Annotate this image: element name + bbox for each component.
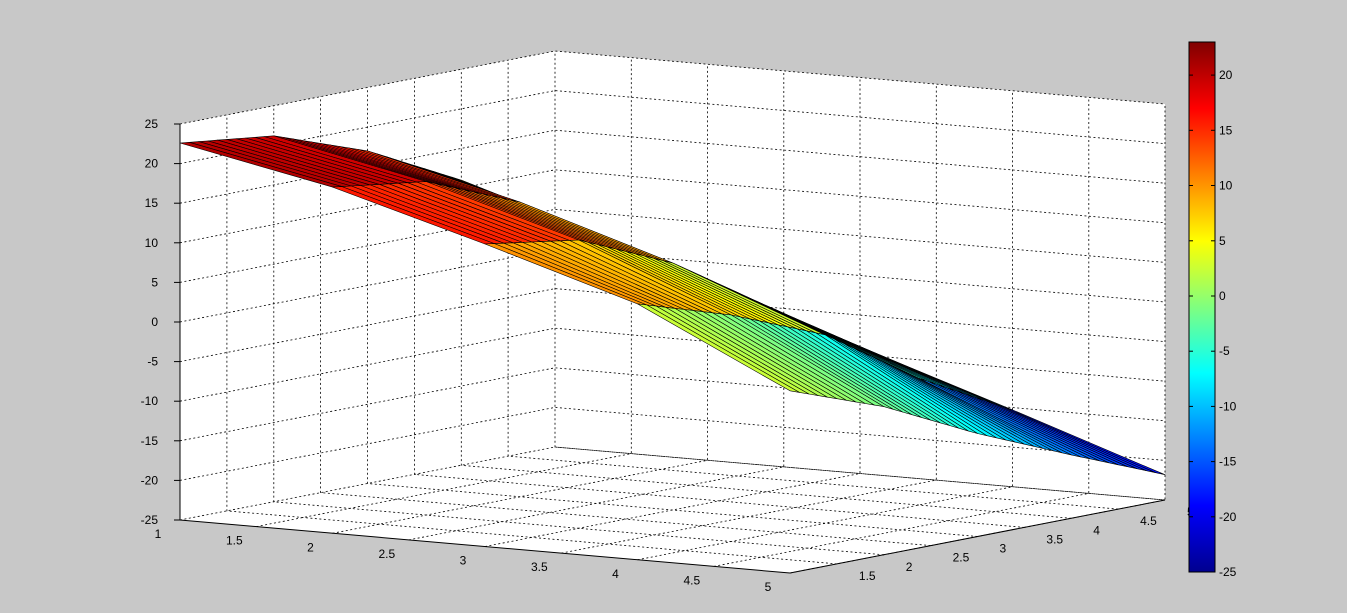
colorbar-tick-label: 5 [1219,234,1226,248]
z-tick-label: -10 [141,394,159,408]
colorbar: -25 -20 -15 -10 -5 0 5 10 15 20 [1188,41,1237,579]
z-tick-label: 25 [145,117,159,131]
z-tick-label: -5 [147,355,158,369]
z-tick-label: 15 [145,196,159,210]
colorbar-gradient [1188,41,1216,573]
colorbar-tick-label: 20 [1219,68,1233,82]
x-tick-label: 2 [307,540,314,554]
colorbar-tick-label: -5 [1219,344,1230,358]
y-tick-label: 2 [906,560,913,574]
colorbar-tick-label: -20 [1219,510,1237,524]
z-tick-label: -25 [141,513,159,527]
x-tick-label: 1.5 [226,534,243,548]
y-tick-label: 3.5 [1046,532,1063,546]
colorbar-tick-label: -25 [1219,565,1237,579]
z-tick-label: 5 [151,275,158,289]
x-tick-label: 2.5 [378,547,395,561]
x-tick-label: 4.5 [683,573,700,587]
y-tick-label: 2.5 [953,551,970,565]
z-tick-label: 10 [145,236,159,250]
x-tick-label: 1 [155,527,162,541]
z-tick-label: 20 [145,157,159,171]
y-tick-label: 3 [1000,542,1007,556]
z-tick-label: -15 [141,434,159,448]
colorbar-tick-label: 0 [1219,289,1226,303]
colorbar-tick-label: -10 [1219,399,1237,413]
y-tick-label: 4.5 [1140,514,1157,528]
colorbar-tick-label: 15 [1219,123,1233,137]
y-tick-label: 4 [1093,523,1100,537]
surface-figure: -25-20-15-10-505101520251 1.5 2 2.5 3 3.5 4 4.5… [141,41,1237,594]
x-tick-label: 5 [765,580,772,594]
colorbar-tick-label: 10 [1219,179,1233,193]
x-tick-label: 4 [612,567,619,581]
z-tick-label: 0 [151,315,158,329]
colorbar-tick-label: -15 [1219,455,1237,469]
y-tick-label: 1.5 [859,569,876,583]
z-tick-label: -20 [141,473,159,487]
x-tick-label: 3 [460,554,467,568]
x-tick-label: 3.5 [531,560,548,574]
